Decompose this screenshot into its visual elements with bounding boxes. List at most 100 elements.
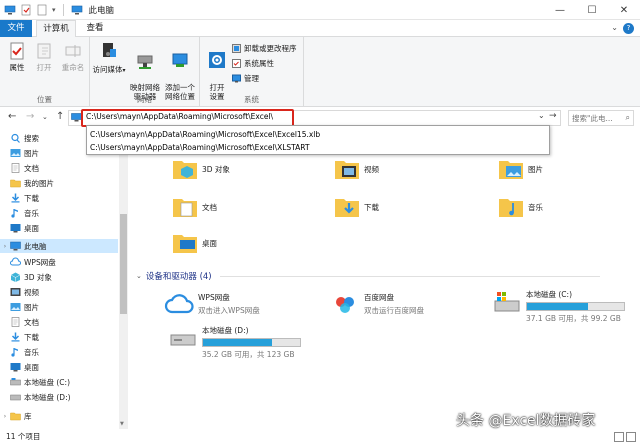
autocomplete-item[interactable]: C:\Users\mayn\AppData\Roaming\Microsoft\… (87, 128, 549, 141)
folder-desktop[interactable]: 桌面 (172, 231, 217, 255)
maximize-button[interactable]: ☐ (576, 0, 608, 20)
section-divider (219, 275, 600, 277)
search-icon: ⌕ (625, 113, 630, 122)
devices-section-header[interactable]: ⌄ 设备和驱动器 (4) (136, 270, 600, 282)
library-icon (10, 412, 21, 421)
nav-item-music[interactable]: 音乐 (0, 206, 118, 220)
device-baidu-netdisk[interactable]: 百度网盘 双击运行百度网盘 (330, 292, 424, 316)
nav-item-downloads-2[interactable]: 下载 (0, 330, 118, 344)
system-props-label: 系统属性 (244, 59, 274, 68)
manage-label: 管理 (244, 74, 259, 83)
ribbon: 属性 打开 重命名 位置 访问媒体▾ 映射网络 驱动器 添加一个 网络位置 网络 (0, 37, 640, 107)
device-drive-c[interactable]: 本地磁盘 (C:) 37.1 GB 可用，共 99.2 GB (492, 289, 625, 324)
3d-objects-icon (10, 272, 21, 282)
nav-item-downloads[interactable]: 下载 (0, 191, 118, 205)
documents-icon (173, 199, 197, 217)
nav-item-pictures-2[interactable]: 图片 (0, 300, 118, 314)
open-label: 打开 (36, 63, 52, 72)
chevron-down-icon[interactable]: ⌄ (611, 23, 618, 32)
chevron-down-icon[interactable]: ⌄ (538, 111, 545, 120)
device-wps-cloud[interactable]: WPS网盘 双击进入WPS网盘 (164, 292, 260, 316)
scroll-down-arrow[interactable]: ▼ (120, 421, 124, 427)
access-media-button[interactable]: 访问媒体▾ (92, 41, 126, 75)
folder-documents[interactable]: 文档 (172, 195, 217, 219)
back-button[interactable]: ← (8, 111, 16, 122)
go-arrow-icon[interactable]: → (549, 111, 557, 121)
properties-qa-icon[interactable] (20, 4, 32, 16)
nav-item-label: 音乐 (24, 208, 39, 218)
address-autocomplete: C:\Users\mayn\AppData\Roaming\Microsoft\… (86, 125, 550, 155)
search-input[interactable] (569, 111, 619, 125)
nav-item-documents-2[interactable]: 文档 (0, 315, 118, 329)
nav-item-label: 视频 (24, 287, 39, 297)
details-view-icon[interactable] (614, 432, 624, 442)
up-button[interactable]: ↑ (56, 111, 64, 122)
nav-item-libraries[interactable]: › 库 (0, 409, 118, 423)
device-description: 35.2 GB 可用，共 123 GB (202, 350, 295, 359)
nav-item-music-2[interactable]: 音乐 (0, 345, 118, 359)
content-pane: 3D 对象 视频 图片 文档 下载 音乐 桌面 ⌄ 设备和驱动器 (4) WPS… (128, 129, 640, 429)
properties-icon (10, 42, 24, 60)
scroll-thumb[interactable] (120, 214, 127, 314)
status-bar: 11 个项目 (0, 429, 640, 445)
nav-item-3d-objects[interactable]: 3D 对象 (0, 270, 118, 284)
open-button[interactable]: 打开 (32, 41, 56, 72)
recent-locations-button[interactable]: ⌄ (42, 113, 48, 121)
gear-icon (209, 52, 225, 68)
new-folder-qa-icon[interactable] (36, 4, 48, 16)
item-count: 11 个项目 (6, 432, 41, 441)
system-properties-button[interactable]: 系统属性 (232, 58, 274, 69)
uninstall-label: 卸载或更改程序 (244, 44, 297, 53)
large-icons-view-icon[interactable] (626, 432, 636, 442)
device-description: 双击进入WPS网盘 (198, 306, 260, 315)
nav-item-documents[interactable]: 文档 (0, 161, 118, 175)
nav-item-label: 桌面 (24, 223, 39, 233)
pictures-icon (10, 303, 21, 311)
folder-pictures[interactable]: 图片 (498, 157, 543, 181)
device-drive-d[interactable]: 本地磁盘 (D:) 35.2 GB 可用，共 123 GB (168, 325, 301, 360)
nav-item-drive-d[interactable]: 本地磁盘 (D:) (0, 390, 118, 404)
folder-videos[interactable]: 视频 (334, 157, 379, 181)
drive-usage-bar (202, 338, 301, 347)
uninstall-program-button[interactable]: 卸载或更改程序 (232, 43, 297, 54)
quick-access-toolbar: ▾ (0, 3, 83, 16)
open-settings-button[interactable]: 打开 设置 (204, 41, 230, 101)
help-button[interactable]: ? (623, 23, 634, 34)
manage-button[interactable]: 管理 (232, 73, 259, 84)
chevron-down-icon[interactable]: ▾ (52, 6, 56, 14)
close-button[interactable]: ✕ (608, 0, 640, 20)
nav-item-drive-c[interactable]: 本地磁盘 (C:) (0, 375, 118, 389)
folder-downloads[interactable]: 下载 (334, 195, 379, 219)
nav-item-desktop[interactable]: 桌面 (0, 221, 118, 235)
nav-item-wps-cloud[interactable]: WPS网盘 (0, 255, 118, 269)
nav-scrollbar[interactable]: ▲ ▼ (119, 129, 128, 429)
tab-view[interactable]: 查看 (80, 20, 110, 37)
nav-item-label: 文档 (24, 317, 39, 327)
access-media-label: 访问媒体 (92, 65, 123, 74)
rename-button[interactable]: 重命名 (58, 41, 88, 72)
forward-button[interactable]: → (26, 111, 34, 122)
autocomplete-item[interactable]: C:\Users\mayn\AppData\Roaming\Microsoft\… (87, 141, 549, 154)
folder-label: 文档 (202, 202, 217, 212)
map-network-drive-button[interactable]: 映射网络 驱动器 (128, 41, 162, 101)
nav-item-this-pc[interactable]: › 此电脑 (0, 239, 118, 253)
view-toggle (614, 432, 636, 442)
media-icon (103, 43, 116, 57)
add-network-location-button[interactable]: 添加一个 网络位置 (162, 41, 198, 101)
nav-item-my-pictures[interactable]: 我的图片 (0, 176, 118, 190)
folder-music[interactable]: 音乐 (498, 195, 543, 219)
drive-usage-fill (203, 339, 272, 346)
minimize-button[interactable]: — (544, 0, 576, 20)
download-icon (11, 193, 20, 203)
nav-item-videos[interactable]: 视频 (0, 285, 118, 299)
nav-item-desktop-2[interactable]: 桌面 (0, 360, 118, 374)
nav-item-label: 下载 (24, 193, 39, 203)
tab-computer[interactable]: 计算机 (36, 20, 76, 38)
address-input[interactable]: C:\Users\mayn\AppData\Roaming\Microsoft\… (86, 112, 273, 121)
folder-3d-objects[interactable]: 3D 对象 (172, 157, 230, 181)
properties-button[interactable]: 属性 (4, 41, 30, 72)
search-box[interactable]: ⌕ (568, 110, 634, 126)
drive-icon (10, 378, 21, 386)
ribbon-group-label: 网络 (137, 95, 152, 104)
tab-file[interactable]: 文件 (0, 20, 32, 37)
